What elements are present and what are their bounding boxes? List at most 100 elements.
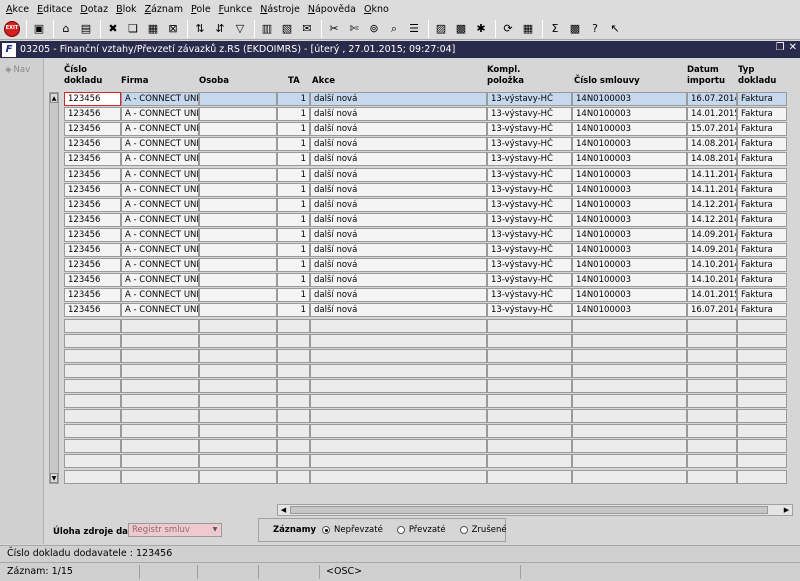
cell-datum[interactable]: 14.08.2014 (687, 152, 737, 166)
empty-cell[interactable] (64, 319, 121, 333)
empty-cell[interactable] (277, 364, 310, 378)
cell-kompl[interactable]: 13-výstavy-HČ (487, 183, 572, 197)
empty-cell[interactable] (277, 409, 310, 423)
cell-akce[interactable]: další nová (310, 258, 487, 272)
delete-icon[interactable]: ✖ (104, 20, 122, 38)
cell-smlouva[interactable]: 14N0100003 (572, 107, 687, 121)
empty-cell[interactable] (277, 319, 310, 333)
empty-cell[interactable] (121, 349, 199, 363)
radio-circle[interactable] (322, 526, 331, 534)
empty-cell[interactable] (199, 409, 277, 423)
cell-cislo[interactable]: 123456 (64, 288, 121, 302)
empty-cell[interactable] (737, 319, 787, 333)
empty-cell[interactable] (687, 394, 737, 408)
empty-cell[interactable] (310, 439, 487, 453)
cell-cislo[interactable]: 123456 (64, 213, 121, 227)
cell-firma[interactable]: A - CONNECT UNE S (121, 258, 199, 272)
cell-osoba[interactable] (199, 288, 277, 302)
cell-akce[interactable]: další nová (310, 213, 487, 227)
cell-kompl[interactable]: 13-výstavy-HČ (487, 213, 572, 227)
empty-cell[interactable] (487, 379, 572, 393)
column-header-smlouva[interactable]: Číslo smlouvy (574, 76, 640, 87)
cell-ta[interactable]: 1 (277, 228, 310, 242)
cell-smlouva[interactable]: 14N0100003 (572, 273, 687, 287)
cell-typ[interactable]: Faktura (737, 168, 787, 182)
empty-cell[interactable] (487, 319, 572, 333)
cell-cislo[interactable]: 123456 (64, 168, 121, 182)
empty-cell[interactable] (64, 454, 121, 468)
cell-akce[interactable]: další nová (310, 183, 487, 197)
radio-převzaté[interactable]: Převzaté (396, 525, 446, 535)
empty-cell[interactable] (487, 454, 572, 468)
cell-typ[interactable]: Faktura (737, 137, 787, 151)
cell-akce[interactable]: další nová (310, 243, 487, 257)
cell-ta[interactable]: 1 (277, 183, 310, 197)
empty-cell[interactable] (310, 409, 487, 423)
cell-typ[interactable]: Faktura (737, 122, 787, 136)
cell-cislo[interactable]: 123456 (64, 152, 121, 166)
empty-cell[interactable] (64, 470, 121, 484)
empty-cell[interactable] (310, 319, 487, 333)
cell-ta[interactable]: 1 (277, 273, 310, 287)
cell-cislo[interactable]: 123456 (64, 198, 121, 212)
cell-akce[interactable]: další nová (310, 168, 487, 182)
empty-cell[interactable] (121, 334, 199, 348)
horizontal-scrollbar[interactable]: ◀ ▶ (277, 504, 793, 516)
empty-cell[interactable] (737, 349, 787, 363)
cell-kompl[interactable]: 13-výstavy-HČ (487, 228, 572, 242)
cell-smlouva[interactable]: 14N0100003 (572, 168, 687, 182)
scroll-down-arrow-icon[interactable]: ▼ (50, 473, 58, 483)
scroll-left-arrow-icon[interactable]: ◀ (278, 505, 289, 515)
cell-typ[interactable]: Faktura (737, 213, 787, 227)
cell-kompl[interactable]: 13-výstavy-HČ (487, 288, 572, 302)
empty-cell[interactable] (277, 349, 310, 363)
menu-item-editace[interactable]: Editace (33, 4, 76, 15)
cell-datum[interactable]: 14.09.2014 (687, 228, 737, 242)
empty-cell[interactable] (121, 319, 199, 333)
cell-smlouva[interactable]: 14N0100003 (572, 213, 687, 227)
cell-cislo[interactable]: 123456 (64, 122, 121, 136)
cell-ta[interactable]: 1 (277, 92, 310, 106)
column-header-kompl[interactable]: Kompl. položka (487, 65, 524, 87)
radio-zrušené[interactable]: Zrušené (459, 525, 507, 535)
empty-cell[interactable] (121, 439, 199, 453)
cell-typ[interactable]: Faktura (737, 228, 787, 242)
empty-cell[interactable] (121, 379, 199, 393)
empty-cell[interactable] (64, 439, 121, 453)
cell-akce[interactable]: další nová (310, 107, 487, 121)
empty-cell[interactable] (687, 424, 737, 438)
excel-icon[interactable]: ▩ (566, 20, 584, 38)
cell-osoba[interactable] (199, 213, 277, 227)
cell-osoba[interactable] (199, 243, 277, 257)
cut-icon[interactable]: ✂ (325, 20, 343, 38)
menu-item-pole[interactable]: Pole (187, 4, 215, 15)
empty-cell[interactable] (572, 394, 687, 408)
cell-datum[interactable]: 14.11.2014 (687, 168, 737, 182)
cell-firma[interactable]: A - CONNECT UNE S (121, 107, 199, 121)
empty-cell[interactable] (121, 424, 199, 438)
sum-icon[interactable]: Σ (546, 20, 564, 38)
cell-ta[interactable]: 1 (277, 303, 310, 317)
empty-cell[interactable] (687, 454, 737, 468)
cell-smlouva[interactable]: 14N0100003 (572, 92, 687, 106)
empty-cell[interactable] (687, 319, 737, 333)
cell-smlouva[interactable]: 14N0100003 (572, 183, 687, 197)
cell-datum[interactable]: 14.10.2014 (687, 273, 737, 287)
empty-cell[interactable] (199, 364, 277, 378)
column-header-firma[interactable]: Firma (121, 76, 149, 87)
empty-cell[interactable] (199, 319, 277, 333)
empty-cell[interactable] (199, 394, 277, 408)
empty-cell[interactable] (64, 379, 121, 393)
column-header-akce[interactable]: Akce (312, 76, 335, 87)
cell-typ[interactable]: Faktura (737, 303, 787, 317)
empty-cell[interactable] (310, 424, 487, 438)
exit-button[interactable]: EXIT (3, 20, 21, 38)
empty-cell[interactable] (64, 424, 121, 438)
cell-firma[interactable]: A - CONNECT UNE S (121, 228, 199, 242)
restore-window-icon[interactable]: ❐ (776, 42, 785, 53)
open-folder-icon[interactable]: ⌂ (57, 20, 75, 38)
empty-cell[interactable] (121, 470, 199, 484)
empty-cell[interactable] (277, 470, 310, 484)
cell-smlouva[interactable]: 14N0100003 (572, 243, 687, 257)
cell-osoba[interactable] (199, 107, 277, 121)
